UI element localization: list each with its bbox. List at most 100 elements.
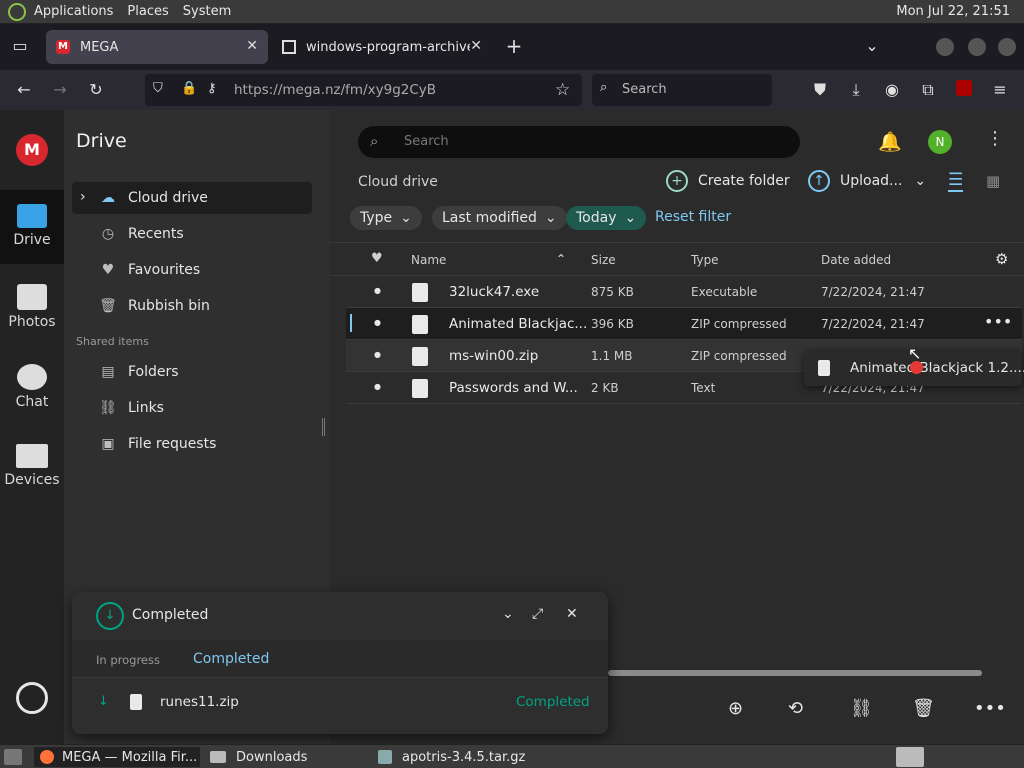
account-icon[interactable]: ◉ bbox=[882, 80, 902, 100]
browser-search-box[interactable]: ⌕ Search bbox=[592, 74, 772, 106]
url-bar[interactable]: ⛉ 🔒 ⚷ https://mega.nz/fm/xy9g2CyB ☆ bbox=[145, 74, 582, 106]
notifications-bell-icon[interactable]: 🔔 bbox=[878, 130, 902, 153]
close-tab-icon[interactable]: ✕ bbox=[246, 38, 258, 54]
downloads-icon[interactable]: ⤓ bbox=[846, 80, 866, 100]
tab-completed[interactable]: Completed bbox=[193, 651, 269, 667]
list-view-icon[interactable]: ☰ bbox=[948, 170, 964, 192]
url-text[interactable]: https://mega.nz/fm/xy9g2CyB bbox=[234, 82, 436, 98]
transfers-icon[interactable] bbox=[16, 682, 48, 714]
table-row-selected[interactable]: ● Animated Blackjac... 396 KB ZIP compre… bbox=[346, 308, 1022, 340]
collapse-chevron-icon[interactable]: ⌄ bbox=[502, 606, 514, 622]
task-firefox[interactable]: MEGA — Mozilla Fir... bbox=[34, 747, 200, 767]
transfer-item-name: runes11.zip bbox=[160, 694, 239, 710]
column-type[interactable]: Type bbox=[691, 253, 719, 267]
zip-file-icon bbox=[818, 360, 830, 376]
column-name[interactable]: Name bbox=[411, 253, 446, 267]
tab-in-progress[interactable]: In progress bbox=[96, 653, 160, 667]
reset-filter-link[interactable]: Reset filter bbox=[655, 209, 731, 225]
table-row[interactable]: ● 32luck47.exe 875 KB Executable 7/22/20… bbox=[346, 276, 1022, 308]
search-icon: ⌕ bbox=[370, 132, 379, 150]
column-date-added[interactable]: Date added bbox=[821, 253, 891, 267]
shield-icon[interactable]: ⛉ bbox=[153, 81, 163, 96]
extensions-icon[interactable]: ⧉ bbox=[918, 80, 938, 100]
permissions-icon[interactable]: ⚷ bbox=[207, 81, 217, 96]
chevron-right-icon[interactable]: › bbox=[80, 189, 86, 205]
task-apotris[interactable]: apotris-3.4.5.tar.gz bbox=[372, 747, 572, 767]
rail-devices[interactable]: Devices bbox=[0, 430, 64, 504]
upload-button[interactable]: ↑ Upload... ⌄ bbox=[808, 170, 926, 192]
row-more-icon[interactable]: ••• bbox=[984, 312, 1012, 331]
bottom-trash-icon[interactable]: 🗑 bbox=[912, 698, 935, 719]
sidebar-item-links[interactable]: ⛓ Links bbox=[72, 392, 312, 424]
ublock-icon[interactable] bbox=[954, 80, 974, 100]
column-settings-gear-icon[interactable]: ⚙ bbox=[995, 250, 1008, 268]
sidebar-item-label: Favourites bbox=[128, 262, 201, 278]
file-size: 396 KB bbox=[591, 317, 634, 331]
rail-drive[interactable]: Drive bbox=[0, 190, 64, 264]
sidebar-item-folders[interactable]: ▤ Folders bbox=[72, 356, 312, 388]
rail-photos[interactable]: Photos bbox=[0, 270, 64, 344]
close-transfer-icon[interactable]: ✕ bbox=[566, 606, 578, 622]
bottom-download-icon[interactable]: ⊕ bbox=[728, 698, 743, 719]
file-search-input[interactable]: ⌕ Search bbox=[358, 126, 800, 158]
os-logo-icon[interactable] bbox=[8, 2, 26, 21]
zip-file-icon bbox=[412, 315, 428, 334]
mouse-cursor-icon: ↖ bbox=[908, 344, 922, 363]
new-tab-icon[interactable]: + bbox=[504, 36, 524, 56]
upload-circle-icon: ↑ bbox=[808, 170, 830, 192]
column-size[interactable]: Size bbox=[591, 253, 616, 267]
window-minimize-icon[interactable] bbox=[936, 38, 954, 56]
tab-mega[interactable]: M MEGA ✕ bbox=[46, 30, 268, 64]
pocket-icon[interactable]: ⛊ bbox=[810, 80, 830, 100]
tab-list-chevron-icon[interactable]: ⌄ bbox=[862, 36, 882, 56]
last-modified-filter-chip[interactable]: Last modified ⌄ bbox=[432, 206, 567, 230]
menu-applications[interactable]: Applications bbox=[34, 4, 113, 19]
sidebar-item-cloud-drive[interactable]: › ☁ Cloud drive bbox=[72, 182, 312, 214]
rail-chat[interactable]: Chat bbox=[0, 350, 64, 424]
hamburger-menu-icon[interactable]: ≡ bbox=[990, 80, 1010, 100]
sidebar-item-file-requests[interactable]: ▣ File requests bbox=[72, 428, 312, 460]
show-desktop-icon[interactable] bbox=[4, 749, 22, 765]
bottom-more-icon[interactable]: ••• bbox=[974, 698, 1006, 719]
window-close-icon[interactable] bbox=[998, 38, 1016, 56]
window-maximize-icon[interactable] bbox=[968, 38, 986, 56]
type-filter-chip[interactable]: Type ⌄ bbox=[350, 206, 422, 230]
expand-icon[interactable]: ⤢ bbox=[532, 606, 543, 622]
bottom-share-icon[interactable]: ⟲ bbox=[788, 698, 803, 719]
sort-up-icon[interactable]: ⌃ bbox=[556, 252, 566, 266]
more-options-icon[interactable]: ⋮ bbox=[986, 128, 1004, 149]
create-folder-button[interactable]: + Create folder bbox=[666, 170, 790, 192]
menu-places[interactable]: Places bbox=[127, 4, 168, 19]
breadcrumb[interactable]: Cloud drive bbox=[358, 174, 438, 190]
tab-archive[interactable]: windows-program-archive ✕ bbox=[272, 30, 492, 64]
file-date: 7/22/2024, 21:47 bbox=[821, 317, 925, 331]
back-icon[interactable]: ← bbox=[14, 80, 34, 100]
sidebar-item-favourites[interactable]: ♥ Favourites bbox=[72, 254, 312, 286]
task-downloads[interactable]: Downloads bbox=[204, 747, 366, 767]
forward-icon[interactable]: → bbox=[50, 80, 70, 100]
workspace-indicator-icon[interactable] bbox=[896, 747, 924, 767]
avatar[interactable]: N bbox=[928, 130, 952, 154]
today-filter-chip[interactable]: Today ⌄ bbox=[566, 206, 647, 230]
horizontal-scrollbar[interactable] bbox=[608, 670, 982, 676]
search-icon: ⌕ bbox=[600, 80, 608, 95]
sidebar-resize-handle[interactable] bbox=[322, 418, 325, 436]
bottom-link-icon[interactable]: ⛓ bbox=[850, 698, 873, 719]
clock[interactable]: Mon Jul 22, 21:51 bbox=[896, 4, 1010, 19]
bookmark-star-icon[interactable]: ☆ bbox=[555, 80, 570, 100]
shared-items-heading: Shared items bbox=[76, 335, 149, 348]
lock-icon[interactable]: 🔒 bbox=[181, 81, 197, 96]
tab-title: MEGA bbox=[80, 39, 119, 55]
file-name: ms-win00.zip bbox=[449, 348, 539, 364]
reload-icon[interactable]: ↻ bbox=[86, 80, 106, 100]
mega-logo-icon[interactable]: M bbox=[16, 134, 48, 166]
close-tab-icon[interactable]: ✕ bbox=[470, 38, 482, 54]
tab-title: windows-program-archive bbox=[306, 39, 475, 55]
sidebar-item-recents[interactable]: ◷ Recents bbox=[72, 218, 312, 250]
heart-column-icon[interactable]: ♥ bbox=[371, 251, 383, 266]
sidebar-item-rubbish-bin[interactable]: 🗑 Rubbish bin bbox=[72, 290, 312, 322]
grid-view-icon[interactable]: ▦ bbox=[986, 172, 1000, 190]
tab-overview-icon[interactable]: ▭ bbox=[10, 36, 30, 56]
sidebar-item-label: Cloud drive bbox=[128, 190, 208, 206]
menu-system[interactable]: System bbox=[183, 4, 231, 19]
